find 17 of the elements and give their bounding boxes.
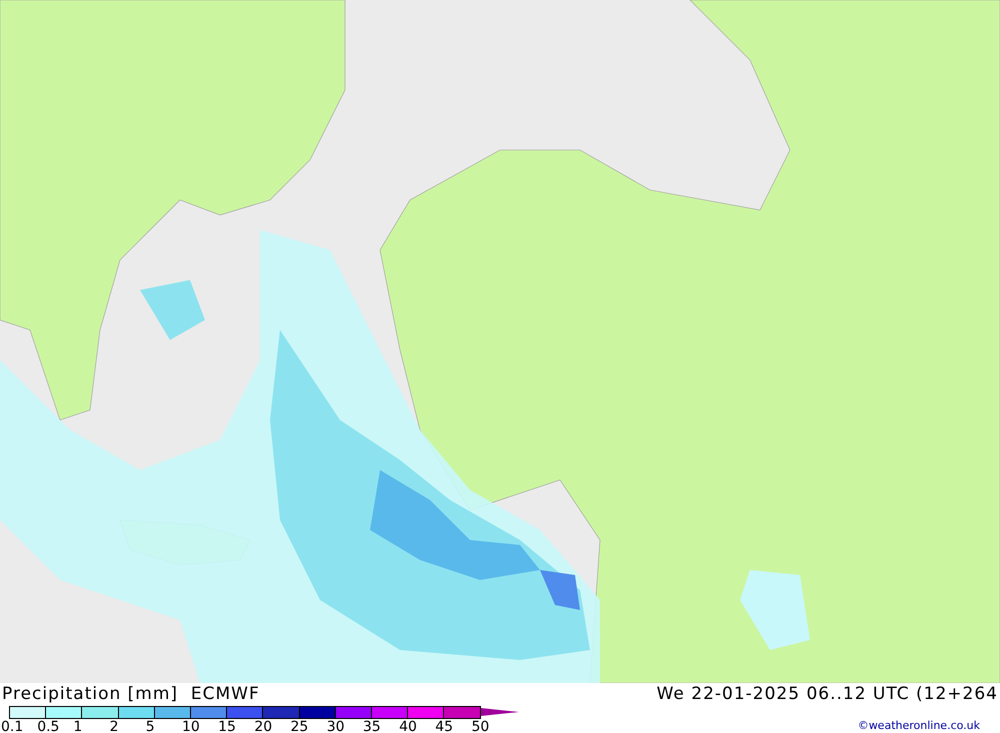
legend-label: 30 [326,719,346,733]
legend-label: 20 [254,719,274,733]
legend-label: 45 [435,719,454,733]
legend-label: 2 [110,719,120,733]
valid-time: We 22-01-2025 06..12 UTC (12+264 [656,683,998,705]
legend-label: 25 [290,719,310,733]
legend-label: 10 [182,719,201,733]
map-title: Precipitation [mm] ECMWF [2,683,260,705]
credit-text: ©weatheronline.co.uk [858,719,980,733]
legend-label: 0.1 [1,719,24,733]
legend-label: 50 [471,719,490,733]
legend-label: 35 [362,719,382,733]
legend-label: 5 [146,719,156,733]
legend-label: 0.5 [37,719,60,733]
legend-label: 15 [218,719,237,733]
legend-label: 40 [399,719,418,733]
legend-label: 1 [73,719,84,733]
